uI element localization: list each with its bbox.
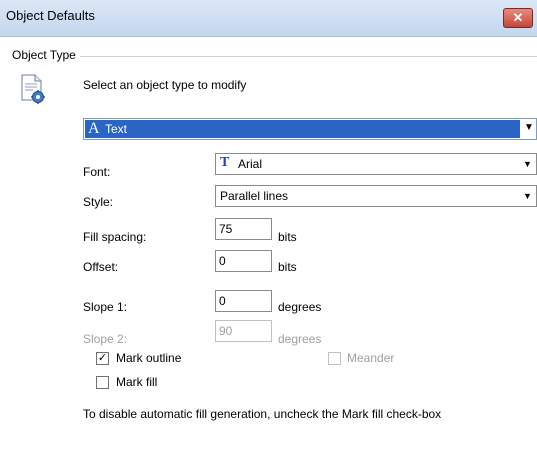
fill-spacing-unit: bits — [278, 230, 297, 244]
mark-outline-checkbox[interactable]: ✓ — [96, 352, 109, 365]
offset-label: Offset: — [83, 260, 119, 274]
document-settings-icon — [21, 74, 45, 104]
text-type-icon: A — [88, 120, 100, 137]
font-select[interactable]: T Arial ▼ — [215, 153, 537, 175]
font-value: Arial — [238, 157, 263, 171]
slope1-label: Slope 1: — [83, 300, 128, 314]
help-text: To disable automatic fill generation, un… — [83, 407, 442, 421]
slope2-unit: degrees — [278, 332, 322, 346]
object-type-select[interactable]: A Text ▼ — [83, 118, 537, 140]
close-icon: ✕ — [512, 10, 524, 25]
instruction-text: Select an object type to modify — [83, 78, 247, 92]
title-bar: Object Defaults ✕ — [0, 0, 537, 37]
slope1-input[interactable] — [215, 290, 272, 312]
style-select[interactable]: Parallel lines ▼ — [215, 185, 537, 207]
checkmark-icon: ✓ — [97, 352, 108, 364]
mark-outline-label[interactable]: Mark outline — [116, 351, 181, 365]
chevron-down-icon[interactable]: ▼ — [524, 122, 534, 133]
group-label: Object Type — [12, 48, 76, 62]
offset-unit: bits — [278, 260, 297, 274]
object-type-selection: A Text — [85, 120, 520, 138]
fill-spacing-label: Fill spacing: — [83, 230, 147, 244]
slope2-label: Slope 2: — [83, 332, 128, 346]
object-type-value: Text — [105, 122, 128, 136]
offset-input[interactable] — [215, 250, 272, 272]
meander-checkbox — [328, 352, 341, 365]
slope1-unit: degrees — [278, 300, 322, 314]
mark-fill-label[interactable]: Mark fill — [116, 375, 157, 389]
mark-fill-checkbox[interactable] — [96, 376, 109, 389]
slope2-input — [215, 320, 272, 342]
close-button[interactable]: ✕ — [503, 8, 533, 28]
style-label: Style: — [83, 195, 114, 209]
group-divider — [80, 56, 537, 57]
chevron-down-icon[interactable]: ▼ — [519, 186, 536, 206]
chevron-down-icon[interactable]: ▼ — [519, 154, 536, 174]
truetype-font-icon: T — [220, 155, 230, 170]
font-label: Font: — [83, 165, 111, 179]
meander-label: Meander — [347, 351, 395, 365]
fill-spacing-input[interactable] — [215, 218, 272, 240]
style-value: Parallel lines — [220, 189, 289, 203]
window-title: Object Defaults — [6, 8, 95, 23]
